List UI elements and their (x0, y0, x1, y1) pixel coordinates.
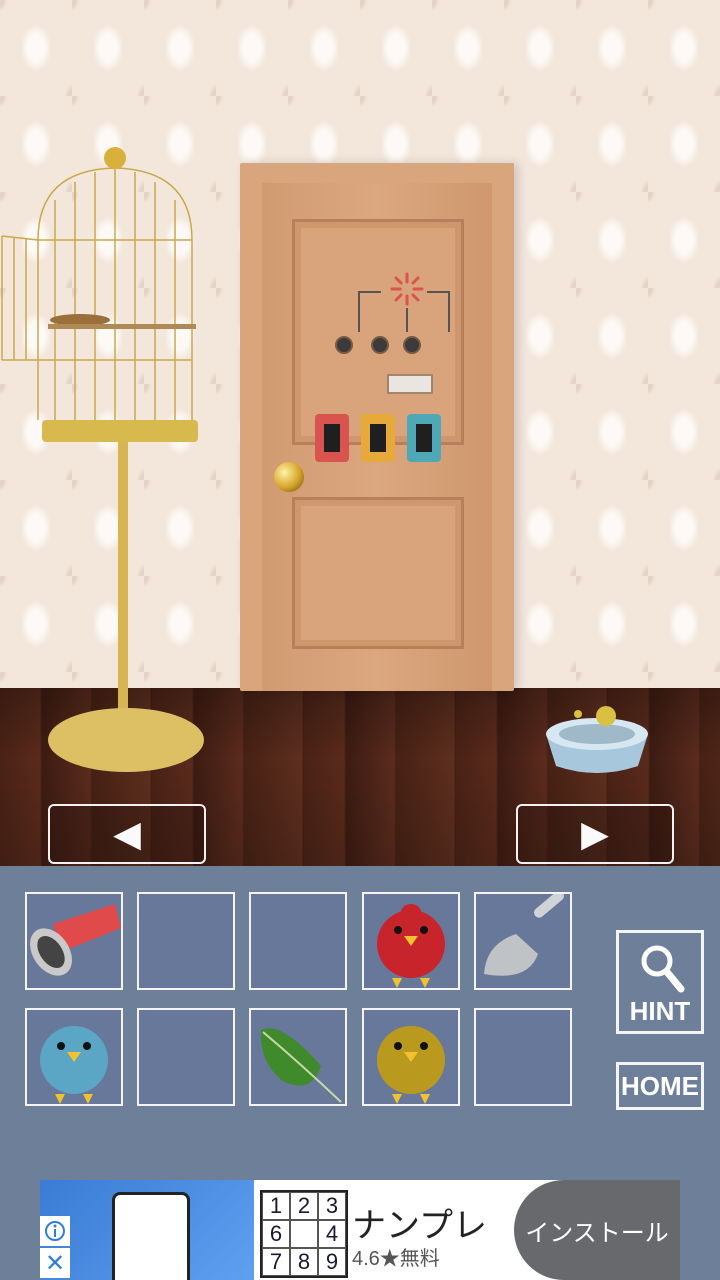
device-blue[interactable] (407, 414, 441, 462)
door[interactable] (262, 183, 492, 691)
sudoku-cell: 8 (290, 1248, 318, 1276)
sudoku-cell: 9 (318, 1248, 346, 1276)
pet-bowl[interactable] (540, 700, 654, 776)
scoop-icon (484, 894, 564, 976)
dial-right[interactable] (403, 336, 421, 354)
inventory-slot-3[interactable] (249, 892, 347, 990)
game-scene: ◀ ▶ (0, 0, 720, 866)
device-screen (416, 424, 432, 452)
sudoku-cell (290, 1220, 318, 1248)
nav-left-button[interactable]: ◀ (48, 804, 206, 864)
ad-close-icon[interactable]: ✕ (40, 1248, 70, 1278)
dial-center[interactable] (371, 336, 389, 354)
hint-label: HINT (629, 996, 691, 1026)
inventory-slot-9[interactable] (362, 1008, 460, 1106)
inventory-slot-2[interactable] (137, 892, 235, 990)
door-knob[interactable] (274, 462, 304, 492)
yellow-bird-icon (377, 1026, 445, 1104)
ad-info-icon[interactable] (40, 1216, 70, 1246)
device-red[interactable] (315, 414, 349, 462)
hint-button[interactable]: HINT (616, 930, 704, 1034)
inventory-slot-1[interactable] (25, 892, 123, 990)
leaf-icon (260, 1028, 342, 1103)
inventory-slot-5[interactable] (474, 892, 572, 990)
blue-bird-icon (40, 1026, 108, 1104)
sudoku-cell: 1 (262, 1192, 290, 1220)
ad-install-button[interactable]: インストール (514, 1180, 680, 1280)
left-arrow-icon: ◀ (113, 813, 141, 854)
ad-rating: 4.6★無料 (352, 1248, 440, 1270)
nav-right-button[interactable]: ▶ (516, 804, 674, 864)
sudoku-cell: 3 (318, 1192, 346, 1220)
wire-lines (358, 291, 450, 332)
phone-illustration (112, 1192, 190, 1280)
inventory-slot-6[interactable] (25, 1008, 123, 1106)
dial-left[interactable] (335, 336, 353, 354)
home-button[interactable]: HOME (616, 1062, 704, 1110)
red-bird-icon (377, 904, 445, 988)
inventory-slot-10[interactable] (474, 1008, 572, 1106)
device-yellow[interactable] (361, 414, 395, 462)
ad-banner[interactable]: ✕ 1 2 3 6 4 7 8 9 ナンプレ 4.6★無料 インストール (40, 1180, 680, 1280)
door-lower-panel (292, 497, 464, 649)
birdcage[interactable] (0, 140, 220, 780)
inventory-slot-8[interactable] (249, 1008, 347, 1106)
door-upper-panel (292, 219, 464, 462)
ad-image (40, 1180, 254, 1280)
inventory-slot-4[interactable] (362, 892, 460, 990)
sudoku-grid: 1 2 3 6 4 7 8 9 (260, 1190, 348, 1278)
sudoku-cell: 6 (262, 1220, 290, 1248)
right-arrow-icon: ▶ (581, 813, 609, 854)
sudoku-cell: 2 (290, 1192, 318, 1220)
device-screen (324, 424, 340, 452)
megaphone-icon (30, 904, 121, 976)
card-slot[interactable] (387, 374, 433, 394)
magnifier-icon (641, 945, 685, 993)
device-screen (370, 424, 386, 452)
ad-title: ナンプレ (352, 1207, 487, 1245)
sudoku-cell: 7 (262, 1248, 290, 1276)
sudoku-cell: 4 (318, 1220, 346, 1248)
inventory-slot-7[interactable] (137, 1008, 235, 1106)
